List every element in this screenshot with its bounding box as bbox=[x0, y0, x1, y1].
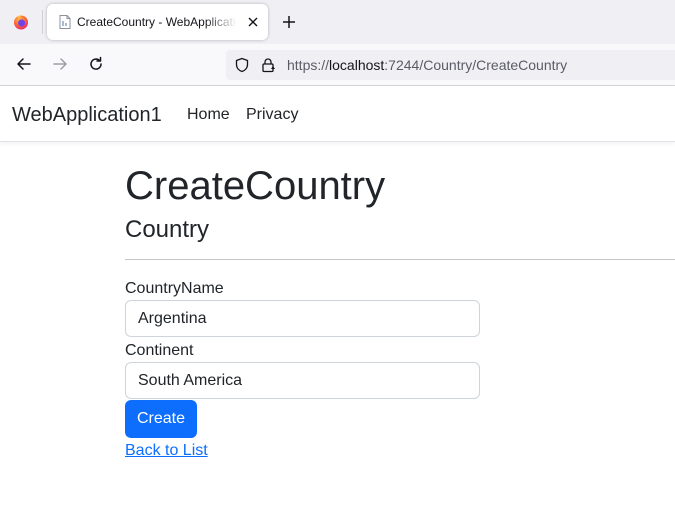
close-icon bbox=[248, 17, 258, 27]
shield-icon[interactable] bbox=[234, 57, 250, 73]
reload-button[interactable] bbox=[86, 54, 106, 74]
url-path: :7244/Country/CreateCountry bbox=[384, 57, 568, 73]
country-name-input[interactable] bbox=[125, 300, 480, 337]
continent-input[interactable] bbox=[125, 362, 480, 399]
nav-link-privacy[interactable]: Privacy bbox=[246, 105, 298, 125]
forward-arrow-icon bbox=[53, 58, 67, 70]
forward-button[interactable] bbox=[50, 54, 70, 74]
firefox-menu-button[interactable] bbox=[0, 0, 42, 44]
reload-icon bbox=[90, 56, 102, 70]
browser-tab-strip: CreateCountry - WebApplication1 bbox=[0, 0, 675, 44]
page-subtitle: Country bbox=[125, 216, 210, 243]
country-name-label: CountryName bbox=[125, 280, 224, 297]
url-text[interactable]: https://localhost:7244/Country/CreateCou… bbox=[287, 57, 567, 73]
page-icon bbox=[59, 15, 71, 29]
divider bbox=[125, 259, 675, 260]
url-bar[interactable]: https://localhost:7244/Country/CreateCou… bbox=[226, 50, 675, 80]
site-navbar: WebApplication1 Home Privacy bbox=[0, 86, 675, 142]
continent-label: Continent bbox=[125, 342, 194, 359]
url-scheme: https:// bbox=[287, 57, 330, 73]
lock-icon[interactable] bbox=[260, 57, 276, 73]
nav-link-home[interactable]: Home bbox=[187, 105, 230, 125]
new-tab-button[interactable] bbox=[280, 13, 298, 31]
tab-title: CreateCountry - WebApplication1 bbox=[77, 15, 237, 29]
firefox-icon bbox=[14, 15, 28, 30]
back-button[interactable] bbox=[14, 54, 34, 74]
page-title: CreateCountry bbox=[125, 164, 386, 208]
create-button[interactable]: Create bbox=[125, 400, 197, 438]
browser-toolbar: https://localhost:7244/Country/CreateCou… bbox=[0, 44, 675, 86]
tab-separator bbox=[42, 10, 43, 34]
browser-tab-active[interactable]: CreateCountry - WebApplication1 bbox=[47, 4, 268, 40]
back-arrow-icon bbox=[17, 58, 31, 70]
back-to-list-link[interactable]: Back to List bbox=[125, 441, 208, 461]
plus-icon bbox=[283, 16, 295, 28]
tab-close-button[interactable] bbox=[244, 13, 262, 31]
url-host: localhost bbox=[329, 57, 385, 73]
navbar-brand[interactable]: WebApplication1 bbox=[12, 103, 162, 127]
